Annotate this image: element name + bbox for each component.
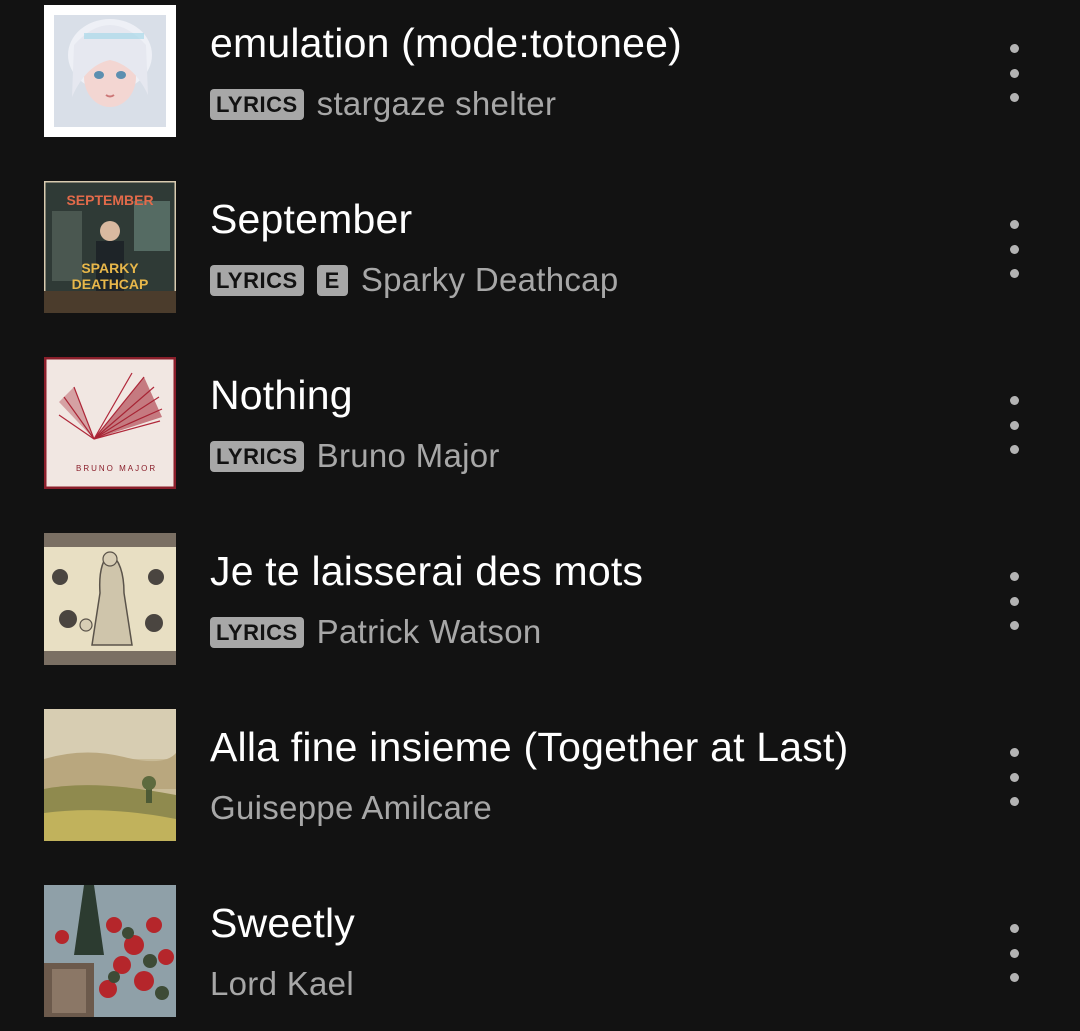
tuscan-landscape-icon: [44, 709, 176, 841]
track-title: September: [210, 196, 413, 242]
track-artist: Sparky Deathcap: [360, 261, 619, 298]
red-fan-lines-icon: BRUNO MAJOR: [44, 357, 176, 489]
svg-text:BRUNO MAJOR: BRUNO MAJOR: [76, 464, 157, 473]
lyrics-badge: LYRICS: [210, 88, 304, 120]
more-vertical-icon[interactable]: [992, 566, 1036, 636]
more-vertical-icon[interactable]: [992, 390, 1036, 460]
room-scene-icon: SEPTEMBER SPARKY DEATHCAP: [44, 181, 176, 313]
lyrics-badge: LYRICS: [210, 440, 304, 472]
more-vertical-icon[interactable]: [992, 38, 1036, 108]
lyrics-badge: LYRICS: [210, 264, 304, 296]
track-meta: LYRICS stargaze shelter: [210, 84, 556, 124]
album-art: [44, 709, 176, 841]
track-artist: stargaze shelter: [316, 85, 557, 122]
more-vertical-icon[interactable]: [992, 214, 1036, 284]
track-meta: Lord Kael: [210, 964, 354, 1004]
svg-text:SEPTEMBER: SEPTEMBER: [66, 192, 153, 208]
track-title: Nothing: [210, 372, 353, 418]
track-title: Sweetly: [210, 900, 355, 946]
track-meta: LYRICS E Sparky Deathcap: [210, 260, 618, 300]
album-art: SEPTEMBER SPARKY DEATHCAP: [44, 181, 176, 313]
anime-girl-portrait-icon: [44, 5, 176, 137]
track-meta: LYRICS Bruno Major: [210, 436, 500, 476]
lyrics-badge: LYRICS: [210, 616, 304, 648]
track-list: emulation (mode:totonee) LYRICS stargaze…: [0, 0, 1080, 1031]
track-row[interactable]: SEPTEMBER SPARKY DEATHCAP September LYRI…: [0, 176, 1080, 352]
explicit-badge: E: [316, 264, 348, 296]
track-title: emulation (mode:totonee): [210, 20, 683, 66]
album-art: [44, 885, 176, 1017]
track-row[interactable]: emulation (mode:totonee) LYRICS stargaze…: [0, 0, 1080, 176]
track-row[interactable]: Alla fine insieme (Together at Last) Gui…: [0, 704, 1080, 880]
track-row[interactable]: Je te laisserai des mots LYRICS Patrick …: [0, 528, 1080, 704]
track-row[interactable]: BRUNO MAJOR Nothing LYRICS Bruno Major: [0, 352, 1080, 528]
album-art: BRUNO MAJOR: [44, 357, 176, 489]
track-title: Alla fine insieme (Together at Last): [210, 724, 849, 770]
track-title: Je te laisserai des mots: [210, 548, 644, 594]
track-artist: Bruno Major: [316, 437, 500, 474]
track-artist: Guiseppe Amilcare: [210, 789, 493, 826]
svg-text:SPARKY: SPARKY: [81, 260, 139, 276]
more-vertical-icon[interactable]: [992, 742, 1036, 812]
vintage-floral-illustration-icon: [44, 533, 176, 665]
track-artist: Patrick Watson: [316, 613, 542, 650]
album-art: [44, 533, 176, 665]
more-vertical-icon[interactable]: [992, 918, 1036, 988]
svg-text:DEATHCAP: DEATHCAP: [72, 276, 149, 292]
album-art: [44, 5, 176, 137]
track-row[interactable]: Sweetly Lord Kael: [0, 880, 1080, 1031]
track-meta: LYRICS Patrick Watson: [210, 612, 542, 652]
red-flowers-photo-icon: [44, 885, 176, 1017]
track-meta: Guiseppe Amilcare: [210, 788, 492, 828]
track-artist: Lord Kael: [210, 965, 354, 1002]
